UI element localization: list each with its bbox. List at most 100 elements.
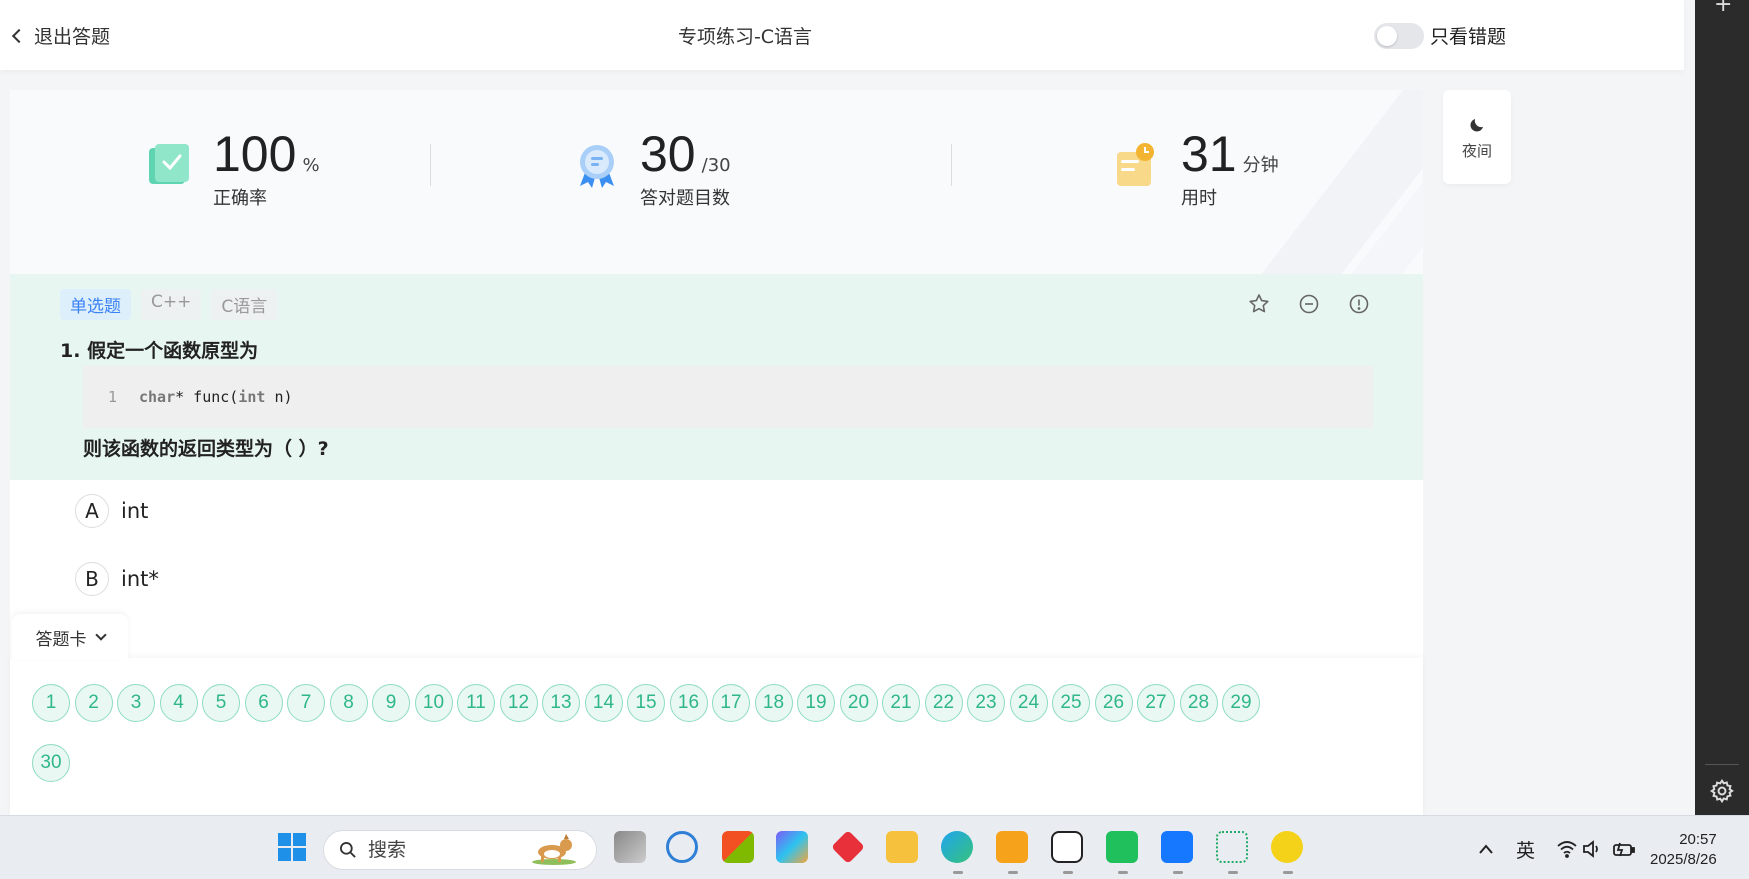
code-keyword: int xyxy=(238,388,266,406)
chevron-up-icon[interactable] xyxy=(1478,843,1494,855)
star-icon[interactable] xyxy=(1247,292,1271,316)
answer-card-number[interactable]: 20 xyxy=(839,684,878,722)
toggle-knob xyxy=(1377,25,1397,46)
answer-card-number[interactable]: 14 xyxy=(584,684,623,722)
m365-copilot-icon[interactable] xyxy=(776,831,808,863)
qq-icon[interactable] xyxy=(1051,831,1083,863)
accuracy-value: 100 xyxy=(213,126,297,182)
answer-card-number[interactable]: 7 xyxy=(287,684,325,722)
answer-card-number[interactable]: 21 xyxy=(882,684,920,722)
answer-card-number[interactable]: 2 xyxy=(74,684,113,722)
answer-card-number[interactable]: 9 xyxy=(372,684,410,722)
answer-card-number[interactable]: 24 xyxy=(1009,684,1048,722)
time-used-label: 用时 xyxy=(1181,188,1217,209)
option-b[interactable]: B int* xyxy=(75,562,159,596)
remote-desktop-icon[interactable] xyxy=(996,831,1028,863)
clock-document-icon xyxy=(1117,143,1154,186)
dog-illustration-icon xyxy=(532,834,576,865)
answer-card-number[interactable]: 16 xyxy=(669,684,708,722)
code-text: n) xyxy=(265,388,293,406)
answer-card-number[interactable]: 8 xyxy=(329,684,368,722)
result-stats-card: 100% 正确率 30/30 答对题目数 31 分钟 用时 xyxy=(10,90,1423,274)
medal-icon xyxy=(580,145,614,188)
file-explorer-icon[interactable] xyxy=(886,831,918,863)
lark-icon[interactable] xyxy=(1161,831,1193,863)
answer-card-number[interactable]: 11 xyxy=(457,684,495,722)
answer-card-toggle[interactable]: 答题卡 xyxy=(12,614,128,660)
task-view-icon[interactable] xyxy=(614,831,646,863)
wrong-only-toggle[interactable] xyxy=(1374,22,1424,49)
correct-count-total: /30 xyxy=(701,155,731,176)
top-header: 退出答题 专项练习-C语言 只看错题 xyxy=(0,0,1684,70)
volume-icon[interactable] xyxy=(1582,840,1602,858)
running-indicator xyxy=(1283,871,1293,874)
answer-card-panel: 1 2 3 4 5 6 7 8 9 10 11 12 13 14 15 16 17 18 19 20 21 22 23 24 2… xyxy=(10,658,1423,815)
answer-card-number[interactable]: 27 xyxy=(1137,684,1175,722)
minus-circle-icon[interactable] xyxy=(1297,292,1321,316)
option-letter: B xyxy=(75,562,109,596)
settings-app-icon[interactable] xyxy=(666,831,698,863)
answer-card-number[interactable]: 23 xyxy=(967,684,1005,722)
system-clock[interactable]: 20:57 2025/8/26 xyxy=(1650,830,1717,870)
store-icon[interactable] xyxy=(722,831,754,863)
divider xyxy=(951,144,952,186)
answer-card-number[interactable]: 18 xyxy=(754,684,793,722)
question-title: 1. 假定一个函数原型为 xyxy=(60,336,258,363)
stat-accuracy: 100% 正确率 xyxy=(145,126,320,210)
answer-card-number[interactable]: 19 xyxy=(797,684,835,722)
option-a[interactable]: A int xyxy=(75,494,148,528)
taskbar-search[interactable] xyxy=(323,830,597,870)
search-input[interactable] xyxy=(368,839,518,861)
running-indicator xyxy=(1118,871,1128,874)
chevron-down-icon xyxy=(94,629,107,641)
question-number: 1. xyxy=(60,340,81,362)
accuracy-label: 正确率 xyxy=(213,188,267,209)
battery-icon[interactable] xyxy=(1612,840,1636,858)
running-indicator xyxy=(1008,871,1018,874)
windows-start-icon[interactable] xyxy=(276,831,308,863)
check-card-icon xyxy=(149,144,189,184)
ime-indicator[interactable]: 英 xyxy=(1516,836,1535,863)
answer-card-number[interactable]: 17 xyxy=(712,684,750,722)
tag-c-language: C语言 xyxy=(211,289,278,320)
clock-date: 2025/8/26 xyxy=(1650,851,1717,868)
running-indicator xyxy=(1173,871,1183,874)
answer-card-number[interactable]: 5 xyxy=(202,684,240,722)
report-icon[interactable] xyxy=(1347,292,1371,316)
question-tags: 单选题 C++ C语言 xyxy=(60,289,278,320)
plus-icon[interactable]: + xyxy=(1714,0,1732,17)
answer-card-number[interactable]: 22 xyxy=(924,684,963,722)
stat-time-used: 31 分钟 用时 xyxy=(1113,126,1279,210)
red-diamond-app-icon[interactable] xyxy=(831,830,865,864)
answer-card-number[interactable]: 26 xyxy=(1094,684,1133,722)
wechat-icon[interactable] xyxy=(1106,831,1138,863)
answer-card-number[interactable]: 10 xyxy=(414,684,453,722)
option-text: int* xyxy=(121,567,159,591)
divider xyxy=(430,144,431,186)
code-text: * func( xyxy=(175,388,239,406)
answer-card-number[interactable]: 28 xyxy=(1179,684,1218,722)
answer-card-number[interactable]: 30 xyxy=(32,744,70,782)
answer-card-number[interactable]: 3 xyxy=(117,684,155,722)
answer-card-number[interactable]: 4 xyxy=(159,684,198,722)
dev-tool-icon[interactable] xyxy=(1216,831,1248,863)
answer-card-number[interactable]: 25 xyxy=(1052,684,1090,722)
search-icon xyxy=(340,842,356,858)
answer-card-number[interactable]: 1 xyxy=(32,684,70,722)
answer-card-number[interactable]: 13 xyxy=(542,684,580,722)
night-mode-button[interactable]: 夜间 xyxy=(1443,90,1511,184)
option-text: int xyxy=(121,499,149,523)
answer-card-number[interactable]: 6 xyxy=(244,684,283,722)
answer-card-number[interactable]: 12 xyxy=(499,684,538,722)
wrong-only-label: 只看错题 xyxy=(1430,26,1507,48)
code-line-number: 1 xyxy=(107,388,117,406)
tag-question-type: 单选题 xyxy=(60,289,131,320)
gear-icon[interactable] xyxy=(1709,778,1735,804)
code-keyword: char xyxy=(139,388,176,406)
time-used-value: 31 xyxy=(1181,126,1237,182)
music-app-icon[interactable] xyxy=(1271,831,1303,863)
edge-browser-icon[interactable] xyxy=(941,831,973,863)
answer-card-number[interactable]: 29 xyxy=(1222,684,1260,722)
wifi-icon[interactable] xyxy=(1556,840,1578,858)
answer-card-number[interactable]: 15 xyxy=(627,684,665,722)
